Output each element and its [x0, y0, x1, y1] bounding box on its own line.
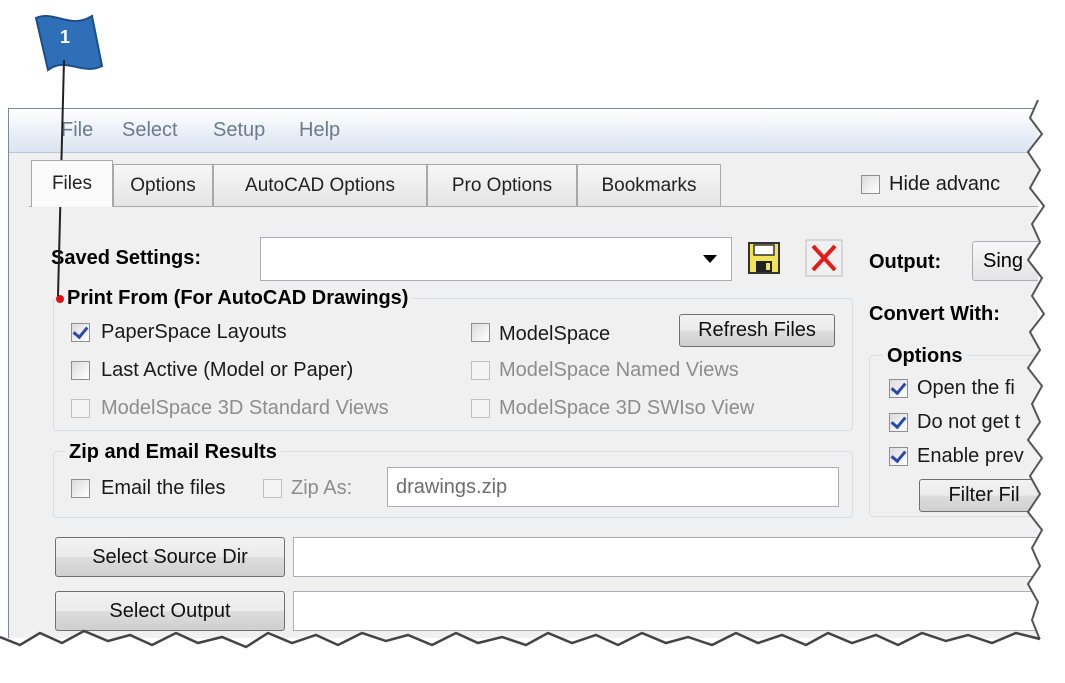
- callout-dot: [56, 295, 64, 303]
- torn-edge-bottom: [0, 629, 1065, 683]
- chevron-down-icon: [703, 255, 717, 263]
- convert-with-label: Convert With:: [869, 303, 1000, 325]
- standard-views-checkbox[interactable]: [71, 399, 90, 418]
- menu-file[interactable]: File: [61, 119, 93, 142]
- output-label: Output:: [869, 251, 942, 273]
- paperspace-layouts-checkbox[interactable]: [71, 323, 90, 342]
- do-not-get-label: Do not get t: [917, 411, 1021, 433]
- saved-settings-label: Saved Settings:: [51, 247, 202, 269]
- email-files-label: Email the files: [101, 477, 226, 499]
- options-title: Options: [883, 345, 967, 368]
- save-icon[interactable]: [747, 241, 781, 275]
- tab-options[interactable]: Options: [113, 164, 213, 206]
- modelspace-label: ModelSpace: [499, 323, 611, 345]
- modelspace-checkbox[interactable]: [471, 323, 490, 342]
- refresh-files-button[interactable]: Refresh Files: [679, 314, 835, 347]
- menu-select[interactable]: Select: [122, 119, 178, 142]
- open-files-label: Open the fi: [917, 377, 1015, 399]
- named-views-checkbox[interactable]: [471, 361, 490, 380]
- delete-icon[interactable]: [805, 239, 843, 277]
- last-active-label: Last Active (Model or Paper): [101, 359, 354, 381]
- zip-as-label: Zip As:: [291, 477, 353, 499]
- do-not-get-checkbox[interactable]: [889, 413, 908, 432]
- last-active-checkbox[interactable]: [71, 361, 90, 380]
- callout-number: 1: [59, 27, 70, 47]
- print-from-title: Print From (For AutoCAD Drawings): [63, 287, 413, 310]
- zip-name-value: drawings.zip: [396, 476, 508, 498]
- tab-files[interactable]: Files: [31, 160, 113, 207]
- swiso-view-label: ModelSpace 3D SWIso View: [499, 397, 755, 419]
- torn-edge-right: [1026, 100, 1065, 640]
- email-files-checkbox[interactable]: [71, 479, 90, 498]
- menu-help[interactable]: Help: [299, 119, 340, 142]
- tab-bookmarks[interactable]: Bookmarks: [577, 164, 721, 206]
- tab-strip-line: [29, 206, 1038, 207]
- tab-pro-options[interactable]: Pro Options: [427, 164, 577, 206]
- standard-views-label: ModelSpace 3D Standard Views: [101, 397, 389, 419]
- enable-preview-label: Enable prev: [917, 445, 1024, 467]
- swiso-view-checkbox[interactable]: [471, 399, 490, 418]
- app-window: File Select Setup Help Files Options Aut…: [8, 108, 1038, 638]
- hide-advanced-label: Hide advanc: [889, 173, 1001, 195]
- zip-email-title: Zip and Email Results: [65, 441, 281, 464]
- source-dir-input[interactable]: [293, 537, 1038, 577]
- zip-name-input[interactable]: drawings.zip: [387, 467, 839, 507]
- enable-preview-checkbox[interactable]: [889, 447, 908, 466]
- tab-autocad-options[interactable]: AutoCAD Options: [213, 164, 427, 206]
- hide-advanced-checkbox[interactable]: [861, 175, 880, 194]
- zip-as-checkbox[interactable]: [263, 479, 282, 498]
- paperspace-layouts-label: PaperSpace Layouts: [101, 321, 287, 343]
- select-source-dir-button[interactable]: Select Source Dir: [55, 537, 285, 577]
- open-files-checkbox[interactable]: [889, 379, 908, 398]
- saved-settings-combo[interactable]: [260, 237, 732, 281]
- menu-setup[interactable]: Setup: [213, 119, 265, 142]
- named-views-label: ModelSpace Named Views: [499, 359, 739, 381]
